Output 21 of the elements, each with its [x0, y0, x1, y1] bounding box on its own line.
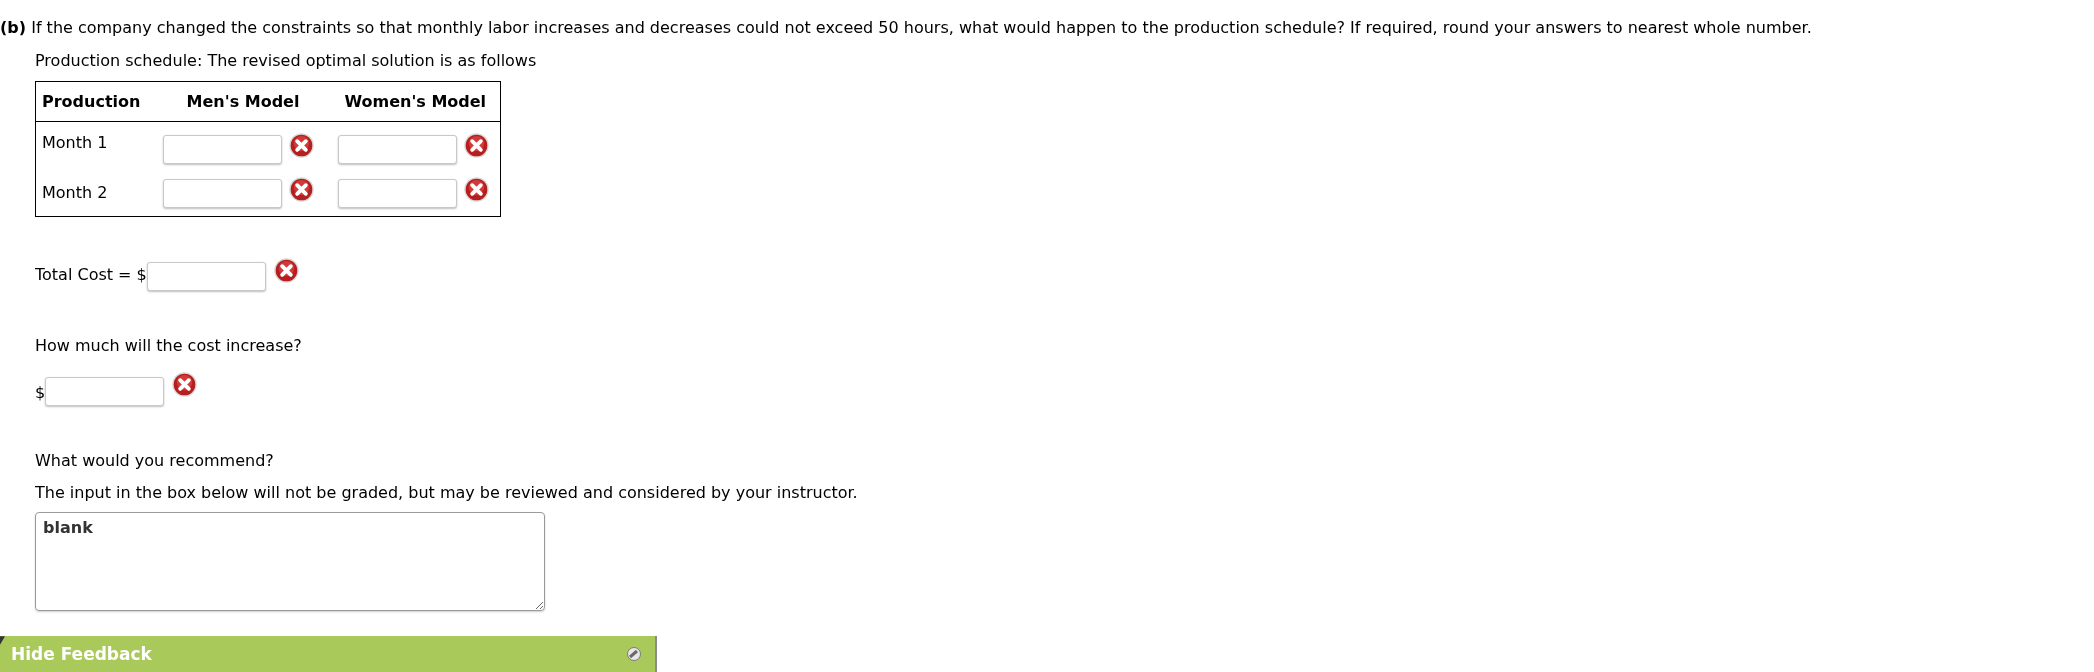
note-text: The input in the box below will not be graded, but may be reviewed and considered by your instructor. [35, 482, 858, 504]
row-label: Month 2 [42, 182, 108, 202]
answer-field[interactable] [337, 135, 457, 164]
cost-increase-question: How much will the cost increase? [35, 335, 302, 357]
recommendation-textarea[interactable]: blank [35, 512, 545, 611]
question-text: (b) If the company changed the constraints so that monthly labor increases and decreases could not exceed 50 hours, what would happen to the production schedule? If required, round your answers to nearest whole number. [0, 17, 1813, 39]
circle-icon [627, 647, 641, 661]
column-header: Women's Model [344, 91, 487, 111]
answer-field[interactable] [162, 135, 282, 164]
column-header: Men's Model [186, 91, 300, 111]
dollar-sign: $ [35, 382, 46, 404]
row-label: Month 1 [42, 133, 108, 152]
total-cost-label: Total Cost = $ [35, 264, 147, 286]
recommend-question: What would you recommend? [35, 450, 274, 472]
answer-field[interactable] [337, 178, 457, 208]
column-header: Production [42, 91, 141, 111]
answer-field[interactable] [45, 377, 165, 406]
answer-field[interactable] [162, 178, 282, 208]
answer-field[interactable] [146, 262, 266, 291]
intro-text: Production schedule: The revised optimal solution is as follows [35, 50, 537, 72]
caret-icon [0, 636, 5, 645]
